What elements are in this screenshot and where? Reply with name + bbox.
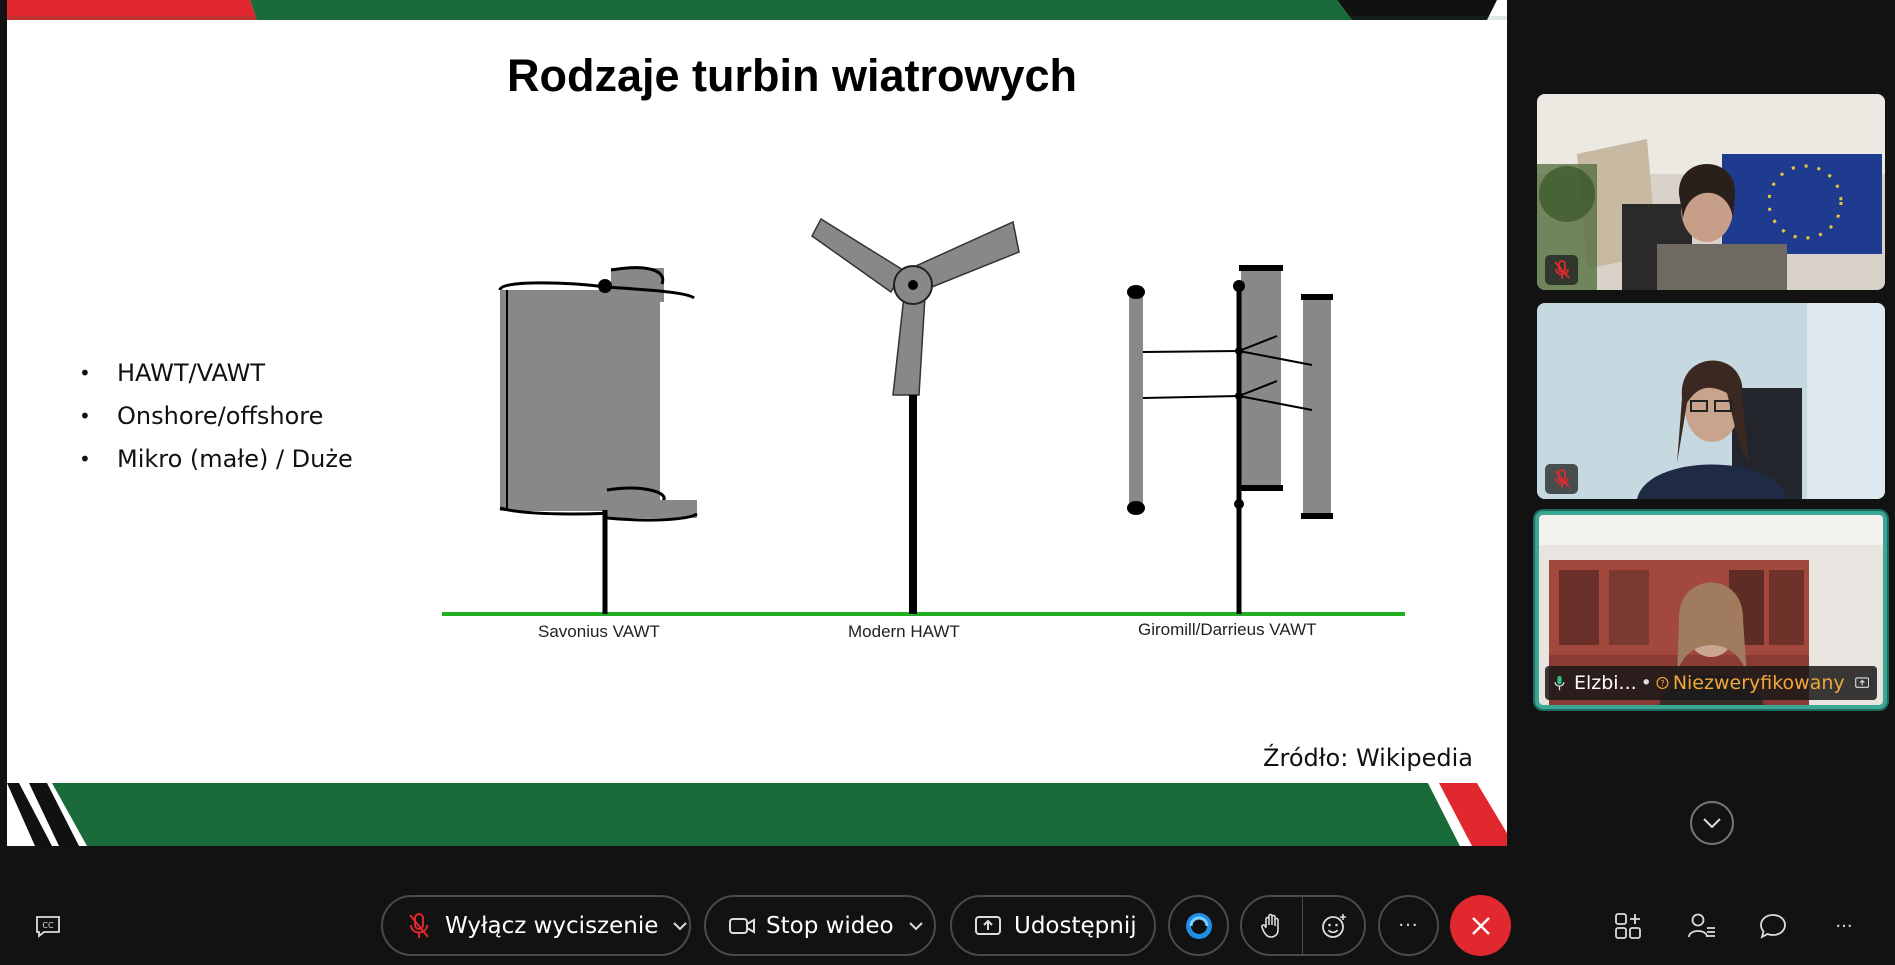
chevron-down-icon: [1703, 818, 1721, 829]
separator-dot: •: [1640, 672, 1652, 694]
caption-savonius: Savonius VAWT: [538, 622, 660, 641]
raise-hand-icon: [1261, 913, 1279, 938]
caption-modern-hawt: Modern HAWT: [848, 622, 960, 641]
assistant-button[interactable]: [1168, 895, 1229, 956]
meeting-toolbar: CC Wyłącz wyciszenie Stop wideo Udostępn…: [0, 880, 1895, 965]
chat-bubble-icon: [1760, 914, 1786, 939]
svg-text:CC: CC: [42, 921, 54, 930]
chevron-down-icon[interactable]: [672, 921, 688, 931]
giromill-turbine: [1127, 265, 1333, 614]
screen-share-icon: [1854, 677, 1869, 688]
participant-video-tile-active[interactable]: Elzbi... • ? Niezweryfikowany: [1535, 511, 1887, 709]
leave-meeting-button[interactable]: [1450, 895, 1511, 956]
unmute-label: Wyłącz wyciszenie: [445, 912, 659, 939]
participant-video: [1537, 303, 1885, 499]
participants-icon: [1688, 913, 1715, 938]
slide-bottom-band: [7, 783, 1507, 846]
stop-video-label: Stop wideo: [766, 912, 894, 939]
mic-active-icon: [1554, 675, 1565, 691]
apps-grid-icon: [1615, 913, 1641, 939]
smiley-add-icon: [1321, 913, 1346, 938]
more-dots-icon: ···: [1835, 915, 1853, 937]
video-camera-icon: [729, 917, 755, 934]
stop-video-button[interactable]: Stop wideo: [704, 895, 936, 956]
slide-source: Źródło: Wikipedia: [1263, 744, 1473, 772]
raise-hand-button[interactable]: [1242, 897, 1304, 954]
share-screen-icon: [975, 915, 1001, 935]
modern-hawt-turbine: [811, 217, 1020, 614]
turbine-illustration: [442, 217, 1405, 616]
chat-button[interactable]: [1753, 906, 1793, 946]
share-button[interactable]: Udostępnij: [950, 895, 1156, 956]
shared-slide: Rodzaje turbin wiatrowych HAWT/VAWT Onsh…: [7, 0, 1507, 846]
participant-video-tile[interactable]: [1537, 94, 1885, 290]
participants-button[interactable]: [1682, 906, 1722, 946]
muted-mic-badge: [1545, 255, 1578, 285]
mic-muted-icon: [1553, 260, 1570, 279]
savonius-turbine: [498, 266, 698, 614]
assistant-icon: [1185, 912, 1212, 939]
muted-mic-badge: [1545, 464, 1578, 494]
share-label: Udostępnij: [1014, 912, 1137, 939]
more-actions-button[interactable]: ···: [1824, 906, 1864, 946]
chevron-down-icon[interactable]: [908, 921, 924, 931]
more-options-icon: ···: [1398, 915, 1419, 936]
captions-button[interactable]: CC: [28, 906, 68, 946]
scroll-participants-down-button[interactable]: [1690, 801, 1734, 845]
closed-captions-icon: CC: [36, 916, 60, 938]
participant-video: [1537, 94, 1885, 290]
close-icon: [1471, 916, 1490, 935]
meeting-window: Rodzaje turbin wiatrowych HAWT/VAWT Onsh…: [0, 0, 1895, 965]
caption-giromill: Giromill/Darrieus VAWT: [1138, 620, 1317, 639]
unmute-button[interactable]: Wyłącz wyciszenie: [381, 895, 691, 956]
svg-text:?: ?: [1660, 679, 1664, 688]
participant-name: Elzbi...: [1573, 672, 1637, 694]
more-options-button[interactable]: ···: [1378, 895, 1439, 956]
apps-button[interactable]: [1608, 906, 1648, 946]
reactions-group: [1240, 895, 1366, 956]
participant-video-tile[interactable]: [1537, 303, 1885, 499]
unverified-status: Niezweryfikowany: [1672, 672, 1845, 694]
participant-name-bar: Elzbi... • ? Niezweryfikowany: [1545, 666, 1877, 700]
mic-muted-icon: [1553, 469, 1570, 488]
question-circle-icon: ?: [1656, 677, 1669, 689]
mic-muted-icon: [409, 912, 429, 938]
reactions-button[interactable]: [1303, 897, 1364, 954]
